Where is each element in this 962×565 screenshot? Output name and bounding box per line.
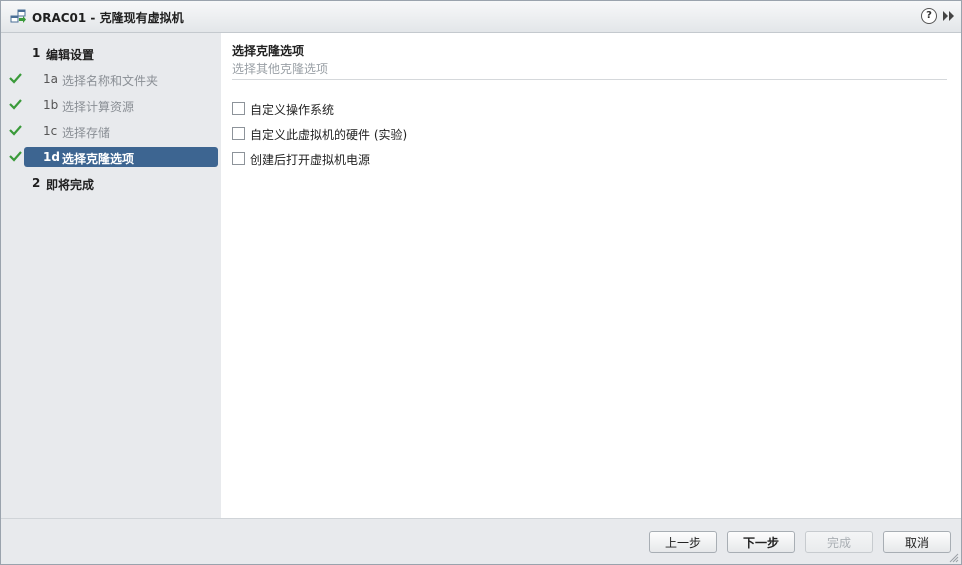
dialog-title: ORAC01 - 克隆现有虚拟机 <box>32 11 184 25</box>
step-number: 2 <box>32 176 41 190</box>
page-title: 选择克隆选项 <box>232 44 305 58</box>
checkmark-icon <box>9 151 22 162</box>
step-label: 选择克隆选项 <box>62 152 135 166</box>
header-divider <box>232 79 947 80</box>
step-label: 选择存储 <box>62 126 111 140</box>
finish-button: 完成 <box>805 531 873 553</box>
vm-clone-icon <box>10 9 26 23</box>
step-number: 1d <box>43 150 60 164</box>
wizard-step-1d[interactable]: 1d 选择克隆选项 <box>1 146 221 168</box>
page-subtitle: 选择其他克隆选项 <box>232 62 329 76</box>
clone-options-panel: 选择克隆选项 选择其他克隆选项 自定义操作系统 自定义此虚拟机的硬件 (实验) … <box>222 33 961 518</box>
checkmark-icon <box>9 73 22 84</box>
title-bar: ORAC01 - 克隆现有虚拟机 ? <box>1 1 961 33</box>
cancel-button[interactable]: 取消 <box>883 531 951 553</box>
wizard-step-1b[interactable]: 1b 选择计算资源 <box>1 94 221 116</box>
double-chevron-right-icon[interactable] <box>942 10 956 22</box>
step-number: 1b <box>43 98 59 112</box>
checkbox-label[interactable]: 创建后打开虚拟机电源 <box>250 151 370 168</box>
step-label: 选择名称和文件夹 <box>62 74 159 88</box>
wizard-step-2[interactable]: 2 即将完成 <box>1 172 221 194</box>
next-button[interactable]: 下一步 <box>727 531 795 553</box>
wizard-step-1c[interactable]: 1c 选择存储 <box>1 120 221 142</box>
step-number: 1a <box>43 72 58 86</box>
clone-vm-dialog: ORAC01 - 克隆现有虚拟机 ? 1 编辑设置 1a 选择名称和文件夹 1b… <box>0 0 962 565</box>
help-icon[interactable]: ? <box>921 8 937 24</box>
step-number: 1c <box>43 124 58 138</box>
step-label: 即将完成 <box>46 178 95 192</box>
step-label: 选择计算资源 <box>62 100 135 114</box>
checkbox-label[interactable]: 自定义操作系统 <box>250 101 334 118</box>
checkmark-icon <box>9 125 22 136</box>
checkbox-box[interactable] <box>232 102 245 115</box>
step-label: 编辑设置 <box>46 48 95 62</box>
wizard-step-1a[interactable]: 1a 选择名称和文件夹 <box>1 68 221 90</box>
checkbox-box[interactable] <box>232 127 245 140</box>
resize-grip-icon[interactable] <box>949 553 959 563</box>
checkbox-box[interactable] <box>232 152 245 165</box>
checkbox-label[interactable]: 自定义此虚拟机的硬件 (实验) <box>250 126 407 143</box>
dialog-footer: 上一步 下一步 完成 取消 <box>1 518 961 564</box>
checkmark-icon <box>9 99 22 110</box>
back-button[interactable]: 上一步 <box>649 531 717 553</box>
step-number: 1 <box>32 46 41 60</box>
wizard-steps-sidebar: 1 编辑设置 1a 选择名称和文件夹 1b 选择计算资源 1c 选择存储 1d … <box>1 33 221 518</box>
wizard-step-1[interactable]: 1 编辑设置 <box>1 42 221 64</box>
